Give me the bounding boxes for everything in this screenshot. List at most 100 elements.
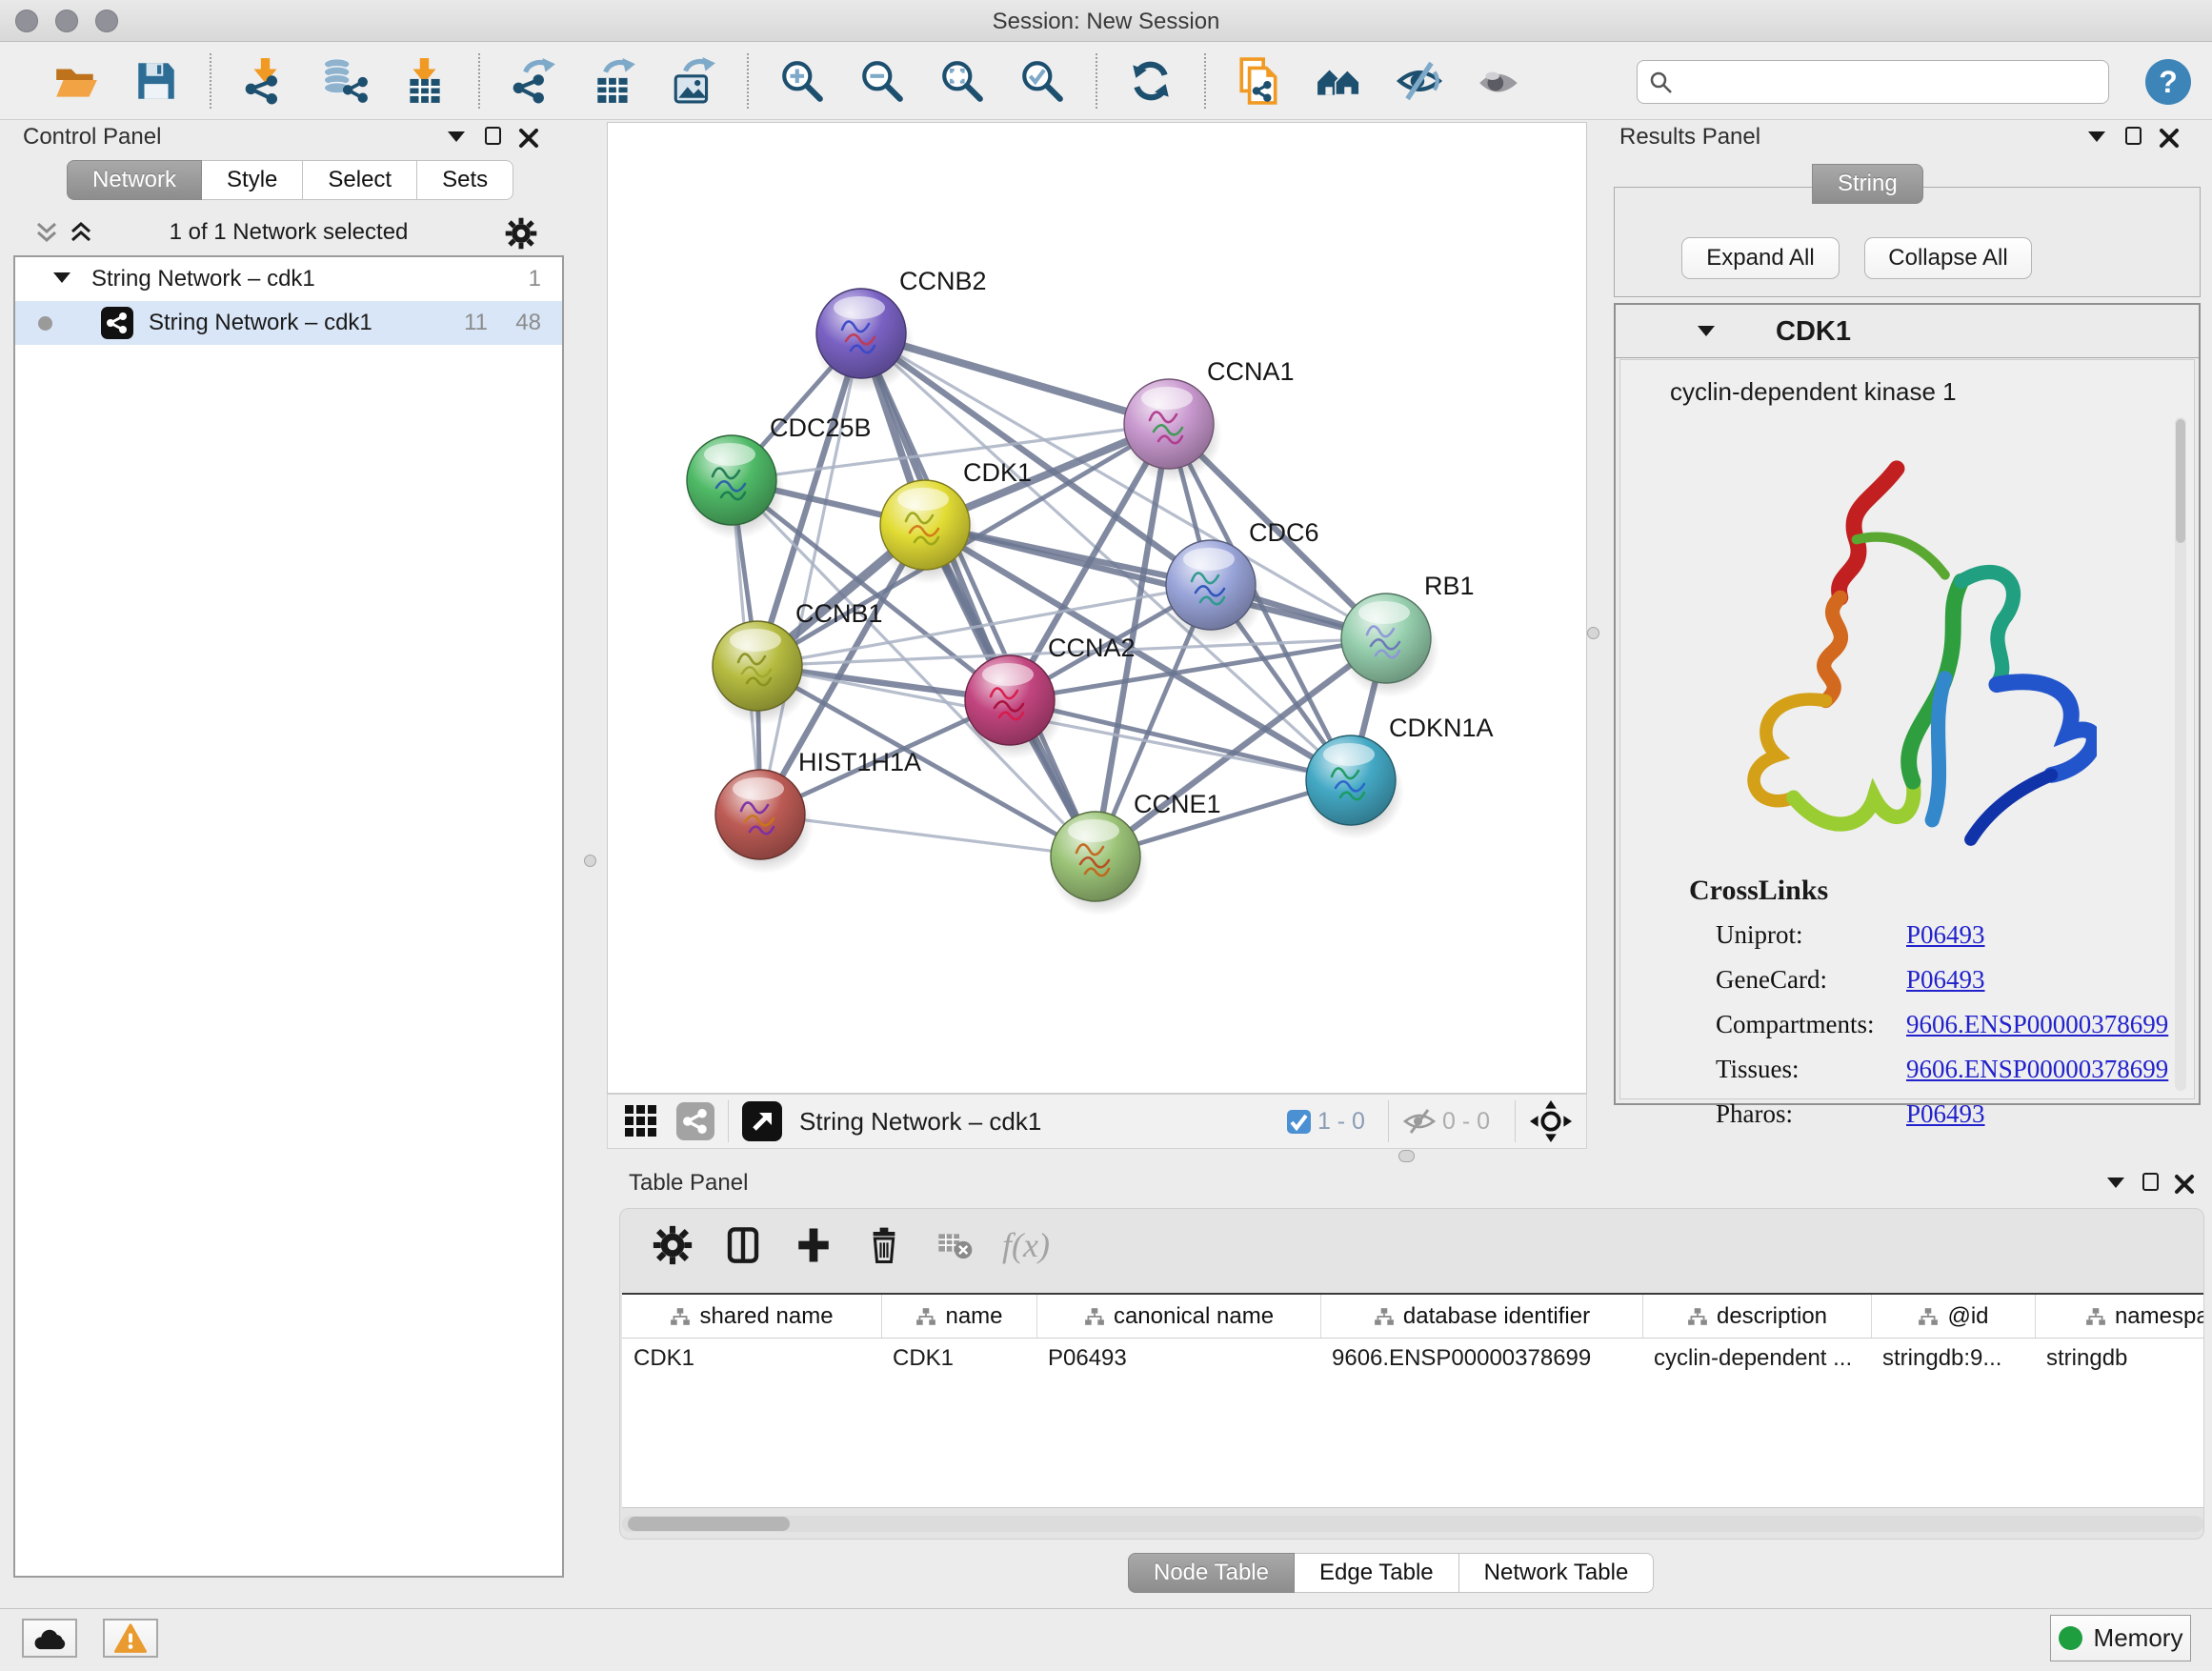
network-edge[interactable] (861, 333, 1096, 856)
panel-menu-icon[interactable] (448, 131, 465, 142)
tab-network[interactable]: Network (67, 160, 202, 200)
cloud-button[interactable] (22, 1619, 77, 1658)
tab-style[interactable]: Style (202, 160, 303, 200)
crosslink-link[interactable]: 9606.ENSP00000378699 (1906, 1055, 2168, 1099)
tree-expand-icon[interactable] (53, 272, 70, 283)
panel-float-icon[interactable] (2125, 127, 2142, 145)
column-header-database-identifier[interactable]: database identifier (1320, 1295, 1642, 1338)
zoom-selected-icon[interactable] (1016, 55, 1068, 107)
table-horizontal-scrollbar[interactable] (622, 1516, 2203, 1532)
delete-column-icon[interactable] (861, 1222, 907, 1268)
import-network-file-icon[interactable] (239, 55, 291, 107)
hidden-eye-icon[interactable] (1402, 1107, 1437, 1136)
network-node-HIST1H1A[interactable]: HIST1H1A (714, 748, 921, 874)
column-header-name[interactable]: name (881, 1295, 1036, 1338)
collapse-section-icon[interactable] (1698, 326, 1715, 336)
import-table-file-icon[interactable] (399, 55, 451, 107)
zoom-fit-icon[interactable] (936, 55, 988, 107)
table-cell[interactable]: cyclin-dependent ... (1642, 1339, 1871, 1380)
vertical-splitter-grip[interactable] (1587, 627, 1599, 639)
tab-edge-table[interactable]: Edge Table (1295, 1553, 1459, 1593)
share-icon[interactable] (676, 1102, 714, 1140)
protein-card-header[interactable]: CDK1 (1616, 305, 2199, 358)
table-cell[interactable]: P06493 (1036, 1339, 1320, 1380)
network-collection-row[interactable]: String Network – cdk1 1 (15, 257, 562, 301)
network-node-RB1[interactable]: RB1 (1340, 572, 1475, 697)
crosslink-link[interactable]: P06493 (1906, 965, 1985, 1010)
network-node-CCNA1[interactable]: CCNA1 (1123, 357, 1295, 483)
crosslink-link[interactable]: 9606.ENSP00000378699 (1906, 1010, 2168, 1055)
crosslink-link[interactable]: P06493 (1906, 920, 1985, 965)
delete-table-icon[interactable] (932, 1222, 977, 1268)
open-session-icon[interactable] (50, 55, 102, 107)
panel-close-icon[interactable] (518, 128, 539, 149)
panel-menu-icon[interactable] (2107, 1178, 2124, 1188)
node-label-RB1: RB1 (1424, 572, 1475, 600)
search-input[interactable] (1681, 63, 2101, 101)
table-cell[interactable]: CDK1 (881, 1339, 1036, 1380)
open-in-window-icon[interactable] (742, 1101, 782, 1141)
grid-icon[interactable] (623, 1103, 659, 1139)
crosslink-label: Compartments: (1716, 1010, 1906, 1055)
tab-select[interactable]: Select (303, 160, 417, 200)
show-all-eye-icon[interactable] (1474, 55, 1525, 107)
column-header-canonical-name[interactable]: canonical name (1036, 1295, 1320, 1338)
hide-selected-eye-icon[interactable] (1394, 55, 1445, 107)
export-table-icon[interactable] (588, 55, 639, 107)
network-node-CDKN1A[interactable]: CDKN1A (1305, 714, 1494, 839)
tab-network-table[interactable]: Network Table (1459, 1553, 1655, 1593)
expand-all-button[interactable]: Expand All (1681, 237, 1840, 279)
panel-float-icon[interactable] (2142, 1173, 2159, 1191)
first-neighbors-houses-icon[interactable] (1314, 55, 1365, 107)
collapse-all-button[interactable]: Collapse All (1864, 237, 2032, 279)
crosshair-icon[interactable] (1529, 1099, 1573, 1143)
horizontal-splitter-grip[interactable] (1398, 1150, 1415, 1162)
gear-icon[interactable] (505, 217, 537, 250)
table-cell[interactable]: 9606.ENSP00000378699 (1320, 1339, 1642, 1380)
crosslink-link[interactable]: P06493 (1906, 1099, 1985, 1144)
help-button[interactable]: ? (2145, 59, 2191, 105)
network-node-CDC6[interactable]: CDC6 (1165, 518, 1319, 644)
function-builder-icon[interactable]: f(x) (1002, 1222, 1050, 1268)
export-image-icon[interactable] (668, 55, 719, 107)
column-header-shared-name[interactable]: shared name (622, 1295, 881, 1338)
memory-button[interactable]: Memory (2050, 1615, 2191, 1661)
panel-float-icon[interactable] (485, 127, 501, 145)
network-label: String Network – cdk1 (149, 310, 372, 336)
column-header--id[interactable]: @id (1871, 1295, 2035, 1338)
tab-string[interactable]: String (1812, 164, 1923, 204)
table-row[interactable]: CDK1CDK1P064939606.ENSP00000378699cyclin… (622, 1339, 2203, 1380)
gear-icon[interactable] (650, 1222, 695, 1268)
table-cell[interactable]: CDK1 (622, 1339, 881, 1380)
column-header-description[interactable]: description (1642, 1295, 1871, 1338)
export-network-icon[interactable] (508, 55, 559, 107)
warnings-button[interactable] (103, 1619, 158, 1658)
panel-menu-icon[interactable] (2088, 131, 2105, 142)
network-edges (732, 333, 1386, 856)
panel-close-icon[interactable] (2174, 1174, 2195, 1195)
save-session-icon[interactable] (131, 55, 182, 107)
add-column-icon[interactable] (791, 1222, 836, 1268)
window-titlebar: Session: New Session (0, 0, 2212, 42)
tab-sets[interactable]: Sets (417, 160, 513, 200)
import-network-database-icon[interactable] (319, 55, 371, 107)
tab-node-table[interactable]: Node Table (1128, 1553, 1295, 1593)
selected-checkbox-icon[interactable] (1286, 1109, 1312, 1135)
columns-icon[interactable] (720, 1222, 766, 1268)
clone-network-icon[interactable] (1234, 55, 1285, 107)
network-node-CDK1[interactable]: CDK1 (879, 458, 1032, 584)
table-cell[interactable]: stringdb:9... (1871, 1339, 2035, 1380)
network-edge[interactable] (760, 333, 861, 815)
vertical-splitter-grip[interactable] (584, 855, 596, 867)
panel-close-icon[interactable] (2159, 128, 2180, 149)
table-cell[interactable]: stringdb (2035, 1339, 2203, 1380)
network-node-CCNB2[interactable]: CCNB2 (815, 267, 987, 393)
network-row[interactable]: String Network – cdk1 11 48 (15, 301, 562, 345)
zoom-out-icon[interactable] (856, 55, 908, 107)
column-header-namespace[interactable]: namespace (2035, 1295, 2203, 1338)
network-canvas[interactable]: CCNB2CCNA1CDC25BCDK1CDC6RB1CCNB1CCNA2CDK… (607, 122, 1587, 1094)
refresh-icon[interactable] (1125, 55, 1176, 107)
network-node-CDC25B[interactable]: CDC25B (686, 413, 872, 539)
results-scrollbar[interactable] (2175, 417, 2186, 1091)
zoom-in-icon[interactable] (776, 55, 828, 107)
